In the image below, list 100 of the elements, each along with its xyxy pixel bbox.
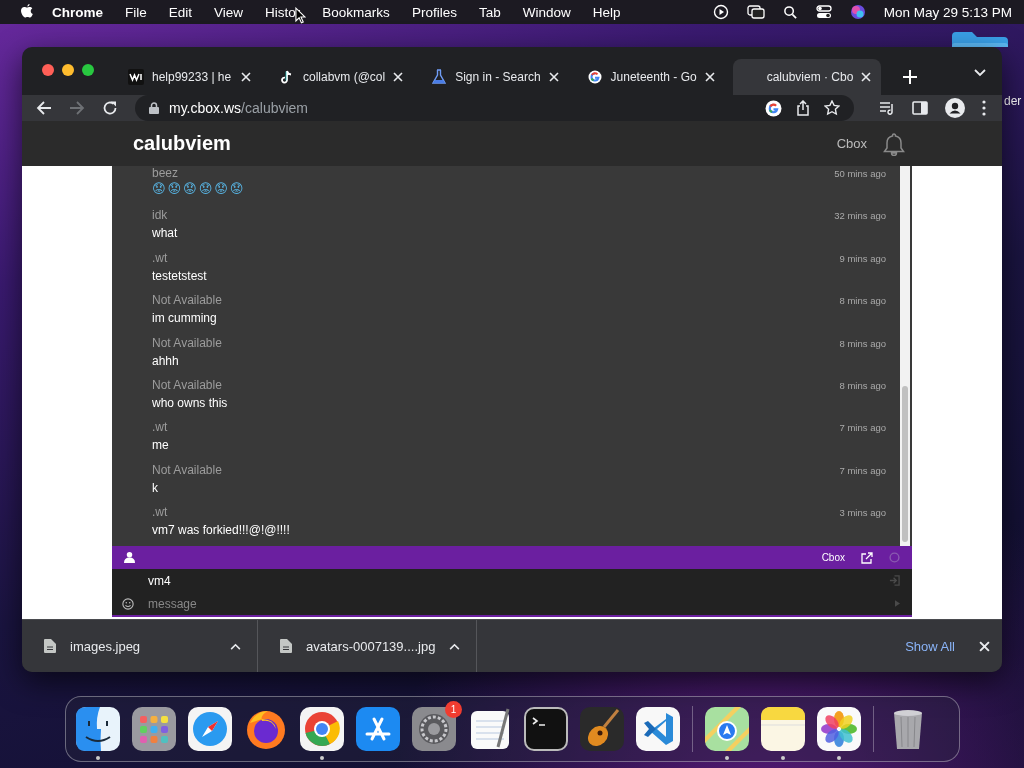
sidebar-icon[interactable] — [912, 100, 928, 116]
close-icon[interactable] — [704, 72, 715, 82]
playlist-icon[interactable] — [879, 100, 895, 116]
minimize-window-button[interactable] — [62, 64, 74, 76]
message-input[interactable]: message — [148, 596, 895, 611]
message-author[interactable]: Not Available — [152, 377, 222, 392]
chevron-up-icon[interactable] — [230, 642, 241, 650]
download-item[interactable]: avatars-0007139....jpg — [258, 620, 478, 672]
close-window-button[interactable] — [42, 64, 54, 76]
message-author[interactable]: beez — [152, 166, 179, 180]
profile-icon[interactable] — [945, 98, 965, 118]
back-arrow-icon[interactable] — [36, 100, 52, 116]
menu-item[interactable]: Bookmarks — [322, 4, 390, 20]
show-all-link[interactable]: Show All — [905, 638, 955, 654]
chevron-up-icon[interactable] — [449, 642, 461, 650]
cbox-link[interactable]: Cbox — [821, 552, 845, 563]
menu-item[interactable]: Edit — [168, 4, 193, 20]
menu-item[interactable]: Window — [522, 4, 571, 20]
browser-tab[interactable]: calubviem · Cbo — [732, 59, 882, 95]
menu-item[interactable]: Tab — [478, 4, 501, 20]
message-author[interactable]: .wt — [152, 505, 168, 520]
apple-icon[interactable] — [20, 4, 34, 20]
chevron-down-icon[interactable] — [974, 69, 986, 77]
angle-bracket-icon[interactable] — [636, 707, 680, 751]
download-item[interactable]: images.jpeg — [22, 620, 258, 672]
flower-icon[interactable] — [817, 707, 861, 751]
toggles-icon[interactable] — [815, 4, 832, 20]
lock-icon — [149, 102, 159, 114]
message-time: 8 mins ago — [839, 295, 886, 307]
download-name: avatars-0007139....jpg — [306, 638, 436, 654]
message-time: 32 mins ago — [834, 210, 886, 222]
forward-arrow-icon[interactable] — [69, 100, 85, 116]
message-author[interactable]: .wt — [152, 420, 168, 435]
map-pin-icon[interactable] — [705, 707, 749, 751]
reload-icon[interactable] — [102, 100, 118, 116]
running-dot — [96, 756, 100, 760]
bell-icon[interactable] — [883, 131, 905, 156]
compass-icon[interactable] — [188, 707, 232, 751]
site-title[interactable]: calubviem — [133, 132, 821, 155]
running-dot — [837, 756, 841, 760]
guitar-icon[interactable] — [580, 707, 624, 751]
name-input[interactable]: vm4 — [148, 573, 889, 588]
search-icon[interactable] — [782, 4, 798, 20]
orb-icon[interactable] — [849, 4, 866, 20]
message-time: 7 mins ago — [839, 422, 886, 434]
message-text: me — [152, 438, 170, 453]
name-field[interactable]: vm4 — [112, 569, 912, 592]
browser-tab[interactable]: help99233 | he — [118, 59, 261, 95]
app-menu[interactable]: Chrome — [52, 4, 103, 20]
windows-icon[interactable] — [746, 4, 765, 20]
ring-icon[interactable] — [300, 707, 344, 751]
menu-item[interactable]: View — [214, 4, 244, 20]
browser-tab[interactable]: collabvm (@col — [269, 59, 414, 95]
browser-tab[interactable]: Juneteenth - Go — [576, 59, 725, 95]
message-author[interactable]: Not Available — [152, 335, 222, 350]
message-author[interactable]: Not Available — [152, 462, 222, 477]
smiley-icon[interactable] — [122, 597, 134, 610]
close-icon[interactable] — [548, 72, 559, 82]
browser-tab[interactable]: Sign in - Search — [421, 59, 569, 95]
message-author[interactable]: Not Available — [152, 293, 222, 308]
menu-item[interactable]: File — [125, 4, 147, 20]
zoom-window-button[interactable] — [82, 64, 94, 76]
plus-icon[interactable] — [903, 70, 918, 84]
app-grid-icon[interactable] — [132, 707, 176, 751]
file-icon — [44, 639, 56, 653]
message-text: what — [152, 226, 179, 241]
user-icon[interactable] — [124, 552, 135, 563]
cbox-link[interactable]: Cbox — [836, 136, 867, 151]
close-icon[interactable] — [861, 72, 872, 82]
address-bar[interactable]: my.cbox.ws/calubviem — [135, 95, 854, 121]
running-dot — [725, 756, 729, 760]
message-text: im cumming — [152, 311, 218, 326]
close-icon[interactable] — [979, 640, 990, 652]
message-field[interactable]: message — [112, 592, 912, 615]
message-text: vm7 was forkied!!!@!@!!!! — [152, 523, 291, 538]
clock[interactable]: Mon May 29 5:13 PM — [883, 4, 1012, 20]
download-name: images.jpeg — [70, 638, 142, 654]
close-icon[interactable] — [241, 72, 251, 82]
close-icon[interactable] — [393, 72, 404, 82]
colored-ring-icon[interactable] — [765, 99, 782, 117]
crossed-sticks-icon[interactable] — [356, 707, 400, 751]
star-icon[interactable] — [824, 100, 840, 116]
smiling-face-icon[interactable] — [76, 707, 120, 751]
share-icon[interactable] — [796, 100, 810, 116]
gear-icon[interactable] — [412, 707, 456, 751]
scrollbar-thumb[interactable] — [902, 386, 908, 542]
folder-icon[interactable] — [950, 30, 1010, 47]
menu-item[interactable]: Profiles — [411, 4, 457, 20]
message-author[interactable]: .wt — [152, 250, 168, 265]
play-circle-icon[interactable] — [712, 4, 729, 20]
notepad-icon[interactable] — [761, 707, 805, 751]
message-author[interactable]: idk — [152, 208, 168, 223]
terminal-icon[interactable] — [524, 707, 568, 751]
menu-item[interactable]: Help — [592, 4, 621, 20]
folder-label: der — [1004, 94, 1022, 108]
menu-icon[interactable] — [982, 100, 986, 116]
url-text: my.cbox.ws/calubviem — [169, 100, 308, 116]
notepad-pen-icon[interactable] — [468, 707, 512, 751]
running-dot — [320, 756, 324, 760]
external-link-icon[interactable] — [861, 551, 873, 564]
